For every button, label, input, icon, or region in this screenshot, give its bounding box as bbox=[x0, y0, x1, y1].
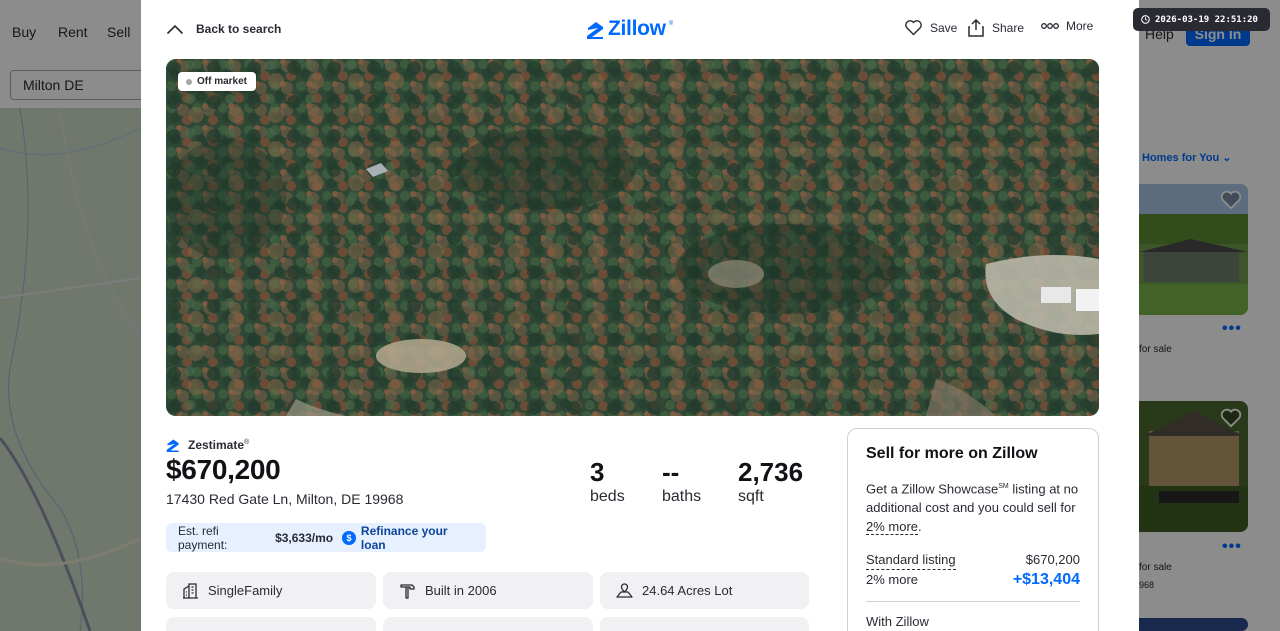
timestamp-badge: 2026-03-19 22:51:20 bbox=[1133, 8, 1270, 31]
with-zillow-row: With Zillow bbox=[866, 612, 1080, 631]
hammer-icon bbox=[400, 584, 415, 599]
fact-home-type: SingleFamily bbox=[166, 572, 376, 609]
refi-label: Est. refi payment: bbox=[178, 523, 228, 552]
zestimate-text: Zestimate bbox=[188, 438, 245, 452]
fact-lot-size: 24.64 Acres Lot bbox=[600, 572, 809, 609]
standard-listing-label[interactable]: Standard listing bbox=[866, 550, 956, 571]
sqft-value: 2,736 bbox=[738, 457, 804, 487]
off-market-label: Off market bbox=[197, 76, 248, 87]
baths-label: baths bbox=[662, 488, 702, 505]
logo-registered: ® bbox=[668, 21, 673, 27]
heart-icon bbox=[905, 20, 922, 36]
divider bbox=[866, 601, 1080, 603]
save-label: Save bbox=[930, 20, 958, 35]
sqft-stat: 2,736 sqft bbox=[738, 457, 803, 507]
fact-label: 24.64 Acres Lot bbox=[642, 583, 733, 598]
timestamp-text: 2026-03-19 22:51:20 bbox=[1155, 14, 1258, 25]
modal-header: Back to search Zillow ® Save Share More bbox=[141, 0, 1139, 58]
zestimate-label: Zestimate® bbox=[166, 438, 249, 452]
save-button[interactable]: Save bbox=[904, 19, 957, 36]
share-icon bbox=[968, 19, 984, 37]
clock-icon bbox=[1141, 15, 1150, 24]
more-button[interactable]: More bbox=[1041, 19, 1093, 33]
two-percent-row: 2% more +$13,404 bbox=[866, 570, 1080, 589]
fact-label: SingleFamily bbox=[208, 583, 283, 598]
dollar-icon: $ bbox=[342, 530, 356, 545]
standard-listing-row: Standard listing $670,200 bbox=[866, 550, 1080, 571]
off-market-badge: Off market bbox=[178, 72, 257, 91]
zestimate-price: $670,200 bbox=[166, 454, 281, 485]
fact-year-built: Built in 2006 bbox=[383, 572, 593, 609]
chevron-up-icon bbox=[166, 24, 184, 35]
zestimate-mark: ® bbox=[244, 439, 250, 446]
fact-label: Built in 2006 bbox=[425, 583, 497, 598]
share-label: Share bbox=[992, 21, 1025, 35]
sell-card-description: Get a Zillow ShowcaseSM listing at no ad… bbox=[866, 481, 1079, 536]
refi-amount: $3,633/mo bbox=[275, 530, 334, 545]
sqft-label: sqft bbox=[738, 488, 764, 505]
property-photo[interactable] bbox=[166, 59, 1099, 416]
standard-listing-value: $670,200 bbox=[1025, 552, 1080, 568]
zillow-logo-icon bbox=[587, 21, 603, 39]
two-percent-value: +$13,404 bbox=[1012, 571, 1080, 589]
property-detail-modal: Back to search Zillow® Save Share More bbox=[141, 0, 1139, 631]
lot-icon bbox=[616, 583, 633, 598]
zillow-logo-icon bbox=[166, 439, 179, 452]
refi-payment-banner: Est. refi payment: $3,633/mo $ Refinance… bbox=[166, 523, 486, 552]
back-to-search-button[interactable]: Back to search bbox=[166, 18, 281, 40]
status-dot bbox=[186, 78, 192, 85]
baths-value: -- bbox=[662, 457, 680, 487]
fact-row-2 bbox=[383, 617, 593, 631]
fact-row-2 bbox=[166, 617, 376, 631]
logo-text: Zillow bbox=[608, 17, 666, 40]
share-button[interactable]: Share bbox=[967, 19, 1024, 37]
fact-row-2 bbox=[600, 617, 809, 631]
beds-stat: 3 beds bbox=[590, 457, 625, 507]
back-label: Back to search bbox=[196, 22, 282, 36]
refinance-link[interactable]: Refinance your loan bbox=[361, 524, 474, 552]
sell-for-more-card: Sell for more on Zillow Get a Zillow Sho… bbox=[847, 428, 1099, 631]
sell-card-title: Sell for more on Zillow bbox=[866, 445, 1038, 462]
baths-stat: -- baths bbox=[662, 457, 701, 507]
property-address: 17430 Red Gate Ln, Milton, DE 19968 bbox=[166, 491, 404, 507]
zillow-logo[interactable]: Zillow ® bbox=[586, 17, 673, 41]
two-percent-more-tooltip[interactable]: 2% more bbox=[866, 519, 919, 536]
beds-value: 3 bbox=[590, 457, 605, 487]
more-label: More bbox=[1066, 19, 1094, 33]
building-icon bbox=[183, 583, 198, 599]
more-dots-icon bbox=[1041, 23, 1059, 29]
two-percent-label: 2% more bbox=[866, 572, 919, 588]
beds-label: beds bbox=[590, 488, 625, 505]
with-zillow-label: With Zillow bbox=[866, 614, 929, 630]
